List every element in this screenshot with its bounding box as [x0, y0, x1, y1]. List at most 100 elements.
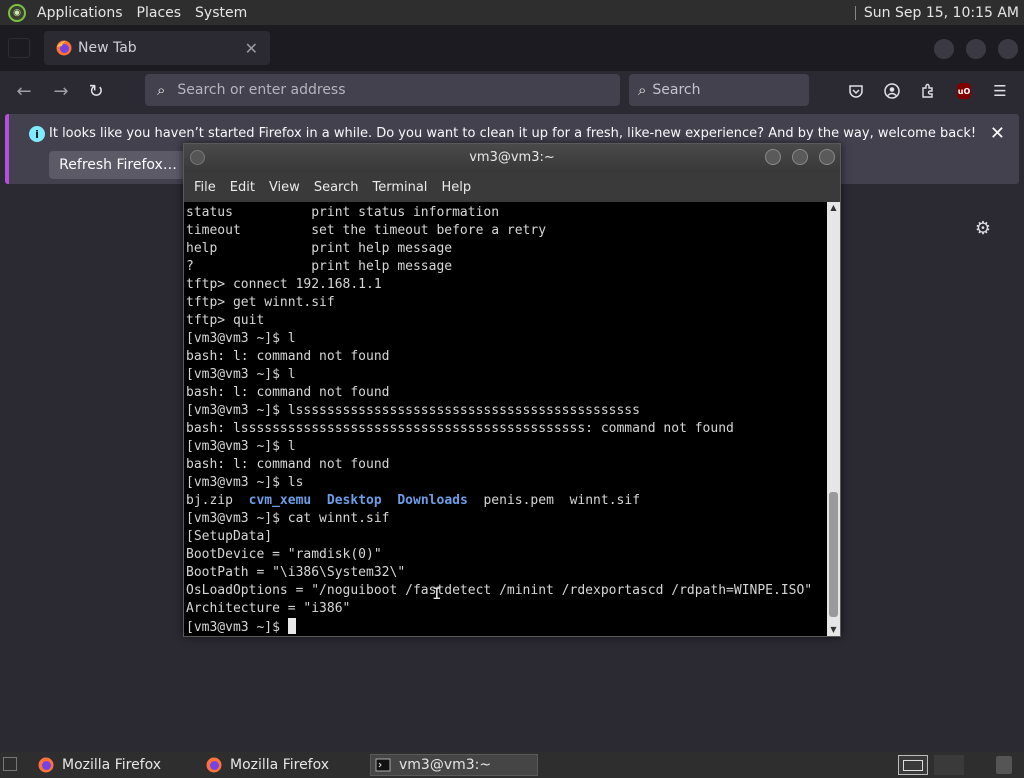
terminal-line: BootDevice = "ramdisk(0)" [186, 547, 382, 562]
terminal-menu-help[interactable]: Help [441, 180, 471, 195]
panel-separator [854, 5, 856, 20]
top-panel: ◉ Applications Places System Sun Sep 15,… [0, 0, 1024, 25]
terminal-titlebar[interactable]: vm3@vm3:~ [184, 144, 840, 172]
scrollbar-thumb[interactable] [829, 492, 838, 617]
reload-icon[interactable]: ↻ [85, 80, 107, 102]
terminal-line: [vm3@vm3 ~]$ l [186, 367, 296, 382]
terminal-close-button[interactable] [819, 149, 835, 165]
terminal-menu-view[interactable]: View [269, 180, 300, 195]
taskbar-item-terminal[interactable]: vm3@vm3:~ [370, 754, 538, 776]
url-bar[interactable]: ⌕ Search or enter address [145, 74, 620, 106]
terminal-cursor [287, 618, 296, 634]
hamburger-menu-icon[interactable]: ☰ [990, 81, 1010, 101]
scroll-up-arrow-icon[interactable]: ▲ [829, 204, 838, 212]
terminal-menu-edit[interactable]: Edit [230, 180, 255, 195]
taskbar-item-label: Mozilla Firefox [62, 757, 162, 773]
menu-applications[interactable]: Applications [34, 5, 126, 21]
terminal-title: vm3@vm3:~ [469, 150, 555, 165]
panel-clock[interactable]: Sun Sep 15, 10:15 AM [864, 5, 1019, 21]
terminal-line: tftp> get winnt.sif [186, 295, 335, 310]
workspace-2[interactable] [934, 755, 964, 775]
firefox-nav-bar: ← → ↻ ⌕ Search or enter address ⌕ Search… [0, 71, 1024, 111]
notification-message: It looks like you haven’t started Firefo… [49, 126, 977, 141]
terminal-menu-terminal[interactable]: Terminal [372, 180, 427, 195]
trash-icon[interactable] [996, 756, 1012, 774]
ls-directory: Downloads [397, 493, 468, 508]
terminal-text: status print status information timeout s… [186, 204, 812, 636]
terminal-prompt-line: [vm3@vm3 ~]$ [186, 618, 812, 636]
ublock-origin-icon[interactable]: uO [957, 83, 971, 99]
tab-title: New Tab [78, 40, 137, 56]
search-bar[interactable]: ⌕ Search [629, 74, 809, 106]
pocket-icon[interactable] [846, 81, 866, 101]
show-desktop-button[interactable] [3, 757, 17, 771]
extensions-icon[interactable] [918, 81, 938, 101]
account-icon[interactable] [882, 81, 902, 101]
terminal-line: bash: l: command not found [186, 385, 390, 400]
terminal-line: [vm3@vm3 ~]$ l [186, 439, 296, 454]
desktop: ◉ Applications Places System Sun Sep 15,… [0, 0, 1024, 778]
notification-close-icon[interactable]: ✕ [990, 123, 1005, 144]
terminal-line: bash: l: command not found [186, 457, 390, 472]
terminal-window: vm3@vm3:~ File Edit View Search Terminal… [183, 143, 841, 637]
terminal-line: [vm3@vm3 ~]$ l [186, 331, 296, 346]
url-placeholder: Search or enter address [177, 82, 346, 98]
terminal-line: help print help message [186, 241, 453, 256]
terminal-line: tftp> quit [186, 313, 265, 328]
search-icon: ⌕ [157, 81, 166, 99]
ls-directory: cvm_xemu [248, 493, 312, 508]
terminal-line: bash: lsssssssssssssssssssssssssssssssss… [186, 421, 734, 436]
terminal-menu-search[interactable]: Search [314, 180, 359, 195]
terminal-line: timeout set the timeout before a retry [186, 223, 547, 238]
taskbar-item-firefox-2[interactable]: Mozilla Firefox [206, 754, 329, 776]
ls-file: winnt.sif [569, 493, 641, 508]
terminal-line: Architecture = "i386" [186, 601, 351, 616]
text-cursor-ibeam-icon: I [432, 584, 442, 603]
terminal-scrollbar[interactable]: ▲ ▼ [827, 202, 840, 636]
back-arrow-icon[interactable]: ← [13, 80, 35, 102]
terminal-line: [vm3@vm3 ~]$ ls [186, 475, 304, 490]
terminal-line: BootPath = "\i386\System32\" [186, 565, 406, 580]
terminal-menubar: File Edit View Search Terminal Help [184, 172, 840, 202]
window-menu-icon[interactable] [190, 150, 205, 165]
menu-places[interactable]: Places [134, 5, 185, 21]
terminal-line: ? print help message [186, 259, 453, 274]
tab-list-button[interactable] [8, 38, 30, 58]
window-minimize-button[interactable] [934, 39, 954, 59]
terminal-line-ls-output: bj.zip cvm_xemu Desktop Downloads penis.… [186, 492, 812, 510]
terminal-line: [SetupData] [186, 529, 273, 544]
taskbar-item-label: Mozilla Firefox [230, 757, 330, 773]
ls-file: penis.pem [483, 493, 554, 508]
search-icon: ⌕ [638, 81, 647, 99]
terminal-line: bash: l: command not found [186, 349, 390, 364]
taskbar-item-firefox-1[interactable]: Mozilla Firefox [38, 754, 161, 776]
window-maximize-button[interactable] [966, 39, 986, 59]
tab-close-icon[interactable]: ✕ [245, 39, 258, 58]
ls-file: bj.zip [186, 493, 233, 508]
terminal-minimize-button[interactable] [765, 149, 781, 165]
firefox-icon [56, 40, 72, 56]
distro-logo-icon[interactable]: ◉ [8, 3, 26, 22]
bottom-taskbar: Mozilla Firefox Mozilla Firefox vm3@vm3:… [0, 752, 1024, 778]
firefox-icon [206, 757, 222, 773]
menu-system[interactable]: System [192, 5, 250, 21]
taskbar-item-label: vm3@vm3:~ [399, 757, 492, 773]
refresh-firefox-button[interactable]: Refresh Firefox… [49, 151, 187, 179]
forward-arrow-icon[interactable]: → [50, 80, 72, 102]
terminal-line: tftp> connect 192.168.1.1 [186, 277, 382, 292]
info-icon: i [29, 126, 45, 142]
terminal-icon [375, 758, 391, 772]
terminal-maximize-button[interactable] [792, 149, 808, 165]
tab-new-tab[interactable]: New Tab ✕ [44, 31, 270, 65]
gear-icon[interactable]: ⚙ [973, 218, 993, 239]
firefox-icon [38, 757, 54, 773]
window-close-button[interactable] [998, 39, 1018, 59]
scroll-down-arrow-icon[interactable]: ▼ [829, 626, 838, 634]
terminal-prompt: [vm3@vm3 ~]$ [186, 620, 288, 635]
terminal-output[interactable]: status print status information timeout s… [184, 202, 827, 636]
terminal-menu-file[interactable]: File [194, 180, 216, 195]
ls-directory: Desktop [326, 493, 382, 508]
terminal-line: status print status information [186, 205, 500, 220]
workspace-1[interactable] [898, 755, 928, 775]
search-placeholder: Search [652, 82, 701, 98]
